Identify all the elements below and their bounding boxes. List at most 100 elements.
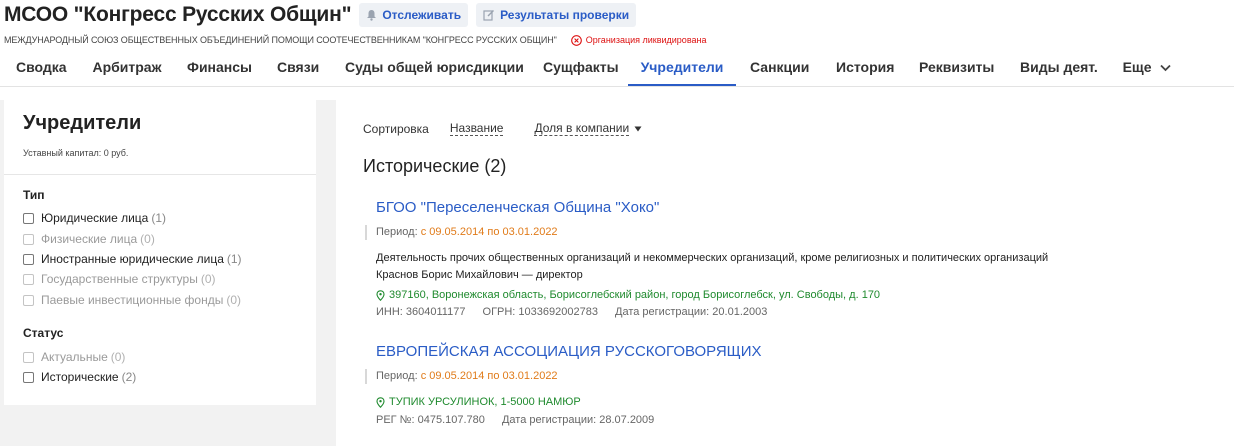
period-dates: с 09.05.2014 по 03.01.2022	[420, 226, 558, 238]
tab-svodka[interactable]: Сводка	[16, 50, 67, 86]
filters-sidebar: Учредители Уставный капитал: 0 руб. Тип …	[4, 100, 316, 405]
filter-count: (2)	[121, 370, 137, 384]
divider	[4, 174, 316, 175]
filter-label: Государственные структуры	[41, 272, 198, 286]
filter-historical[interactable]: Исторические (2)	[23, 369, 136, 385]
tab-bar: Сводка Арбитраж Финансы Связи Суды общей…	[0, 50, 1234, 113]
period-label: Период:	[376, 226, 418, 238]
status-filter-heading: Статус	[23, 326, 64, 340]
edit-icon	[483, 10, 495, 21]
tab-sanctions[interactable]: Санкции	[750, 50, 810, 86]
filter-label: Исторические	[41, 370, 119, 384]
tab-label: История	[836, 59, 895, 75]
tab-requisites[interactable]: Реквизиты	[919, 50, 994, 86]
filter-label: Физические лица	[41, 232, 138, 246]
tab-arbitrazh[interactable]: Арбитраж	[92, 50, 162, 86]
sidebar-title: Учредители	[23, 112, 142, 134]
founder-activity: Деятельность прочих общественных организ…	[376, 252, 1049, 264]
filter-mutual-funds: Паевые инвестиционные фонды (0)	[23, 292, 241, 308]
title-row: МСОО "Конгресс Русских Общин" Отслеживат…	[4, 1, 637, 29]
tab-courts[interactable]: Суды общей юрисдикции	[345, 50, 524, 86]
filter-count: (0)	[226, 293, 242, 307]
subtitle-row: МЕЖДУНАРОДНЫЙ СОЮЗ ОБЩЕСТВЕННЫХ ОБЪЕДИНЕ…	[4, 32, 706, 48]
filter-count: (0)	[140, 232, 155, 246]
founder-name-link[interactable]: ЕВРОПЕЙСКАЯ АССОЦИАЦИЯ РУССКОГОВОРЯЩИХ	[376, 343, 762, 360]
sort-by-share[interactable]: Доля в компании	[534, 121, 630, 136]
checkbox[interactable]	[23, 212, 34, 224]
tab-more[interactable]: Еще	[1122, 50, 1172, 86]
filter-legal-entities[interactable]: Юридические лица (1)	[23, 210, 166, 226]
company-header: МСОО "Конгресс Русских Общин" Отслеживат…	[0, 0, 1234, 113]
filter-count: (0)	[200, 272, 216, 286]
tab-label: Еще	[1122, 59, 1152, 75]
tab-activities[interactable]: Виды деят.	[1020, 50, 1098, 86]
track-button[interactable]: Отслеживать	[359, 3, 469, 27]
founder-name-link[interactable]: БГОО "Переселенческая Община "Хоко"	[376, 199, 659, 216]
status-badge: Организация ликвидирована	[570, 34, 707, 46]
period-dates: с 09.05.2014 по 03.01.2022	[420, 370, 558, 382]
registration-date: Дата регистрации: 28.07.2009	[501, 414, 655, 426]
filter-count: (0)	[110, 350, 126, 364]
filter-label: Паевые инвестиционные фонды	[41, 293, 224, 307]
checkbox	[23, 351, 34, 363]
inn: ИНН: 3604011177	[376, 306, 466, 318]
filter-actual: Актуальные (0)	[23, 349, 125, 365]
checkbox	[23, 233, 34, 245]
ogrn: ОГРН: 1033692002783	[482, 306, 598, 318]
founder-period: Период: с 09.05.2014 по 03.01.2022	[365, 369, 558, 384]
tab-label: Сводка	[16, 59, 67, 75]
address-text: ТУПИК УРСУЛИНОК, 1-5000 НАМЮР	[389, 396, 581, 408]
tab-founders[interactable]: Учредители	[628, 50, 736, 86]
tab-label: Суды общей юрисдикции	[345, 59, 524, 75]
full-org-name: МЕЖДУНАРОДНЫЙ СОЮЗ ОБЩЕСТВЕННЫХ ОБЪЕДИНЕ…	[4, 35, 557, 45]
location-pin-icon	[376, 396, 385, 408]
checkbox	[23, 294, 34, 306]
tab-label: Учредители	[640, 59, 724, 75]
tab-label: Сущфакты	[543, 59, 619, 75]
reg-number: РЕГ №: 0475.107.780	[376, 414, 485, 426]
tab-label: Санкции	[750, 59, 810, 75]
tab-sushfakty[interactable]: Сущфакты	[543, 50, 619, 86]
sort-by-name[interactable]: Название	[449, 121, 504, 136]
filter-foreign-legal-entities[interactable]: Иностранные юридические лица (1)	[23, 251, 242, 267]
filter-count: (1)	[226, 252, 242, 266]
founder-address: 397160, Воронежская область, Борисоглебс…	[376, 289, 880, 301]
track-button-label: Отслеживать	[382, 8, 462, 22]
caret-down-icon	[634, 126, 642, 131]
address-text: 397160, Воронежская область, Борисоглебс…	[389, 289, 881, 301]
close-circle-icon	[570, 34, 582, 46]
filter-individuals: Физические лица (0)	[23, 231, 155, 247]
status-text: Организация ликвидирована	[585, 35, 707, 45]
check-results-button[interactable]: Результаты проверки	[476, 3, 637, 27]
registration-date: Дата регистрации: 20.01.2003	[615, 306, 768, 318]
tab-history[interactable]: История	[836, 50, 895, 86]
checkbox[interactable]	[23, 253, 34, 265]
founder-director: Краснов Борис Михайлович — директор	[376, 269, 583, 281]
page-title: МСОО "Конгресс Русских Общин"	[4, 3, 352, 26]
tab-label: Реквизиты	[919, 59, 995, 75]
section-title: Исторические (2)	[363, 156, 507, 176]
checkbox	[23, 273, 34, 285]
tab-label: Связи	[277, 59, 320, 75]
bell-icon	[367, 10, 377, 21]
founder-period: Период: с 09.05.2014 по 03.01.2022	[365, 225, 558, 240]
tab-svyazi[interactable]: Связи	[277, 50, 319, 86]
tab-label: Финансы	[187, 59, 252, 75]
location-pin-icon	[376, 289, 385, 301]
founders-list-panel: Сортировка Название Доля в компании Исто…	[336, 100, 1234, 446]
tab-label: Арбитраж	[92, 59, 162, 75]
charter-capital: Уставный капитал: 0 руб.	[23, 148, 129, 158]
filter-count: (1)	[151, 211, 167, 225]
chevron-down-icon	[1160, 64, 1172, 72]
filter-label: Юридические лица	[41, 211, 149, 225]
tab-finansy[interactable]: Финансы	[187, 50, 252, 86]
check-results-label: Результаты проверки	[500, 8, 630, 22]
type-filter-heading: Тип	[23, 188, 45, 202]
period-label: Период:	[376, 370, 418, 382]
checkbox[interactable]	[23, 371, 34, 383]
sort-label: Сортировка	[363, 121, 429, 136]
tab-label: Виды деят.	[1020, 59, 1098, 75]
filter-label: Актуальные	[41, 350, 108, 364]
founder-ids: ИНН: 3604011177 ОГРН: 1033692002783 Дата…	[376, 306, 767, 318]
filter-state-structures: Государственные структуры (0)	[23, 271, 216, 287]
